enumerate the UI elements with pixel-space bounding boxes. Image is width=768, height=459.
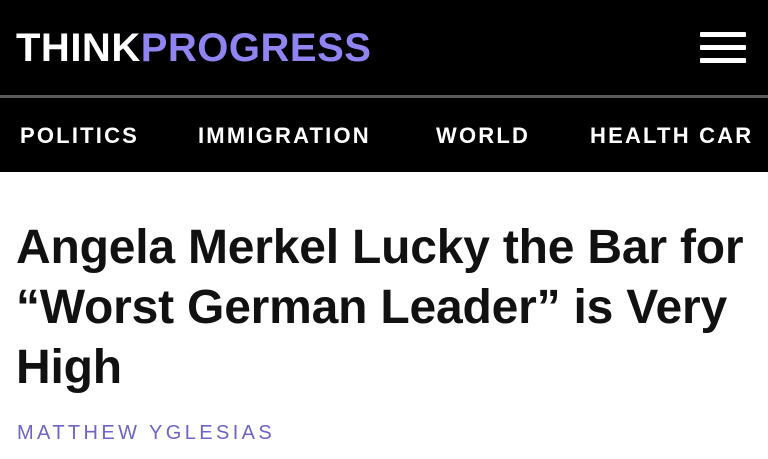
page: THINKPROGRESS POLITICS IMMIGRATION WORLD… (0, 0, 768, 459)
author-byline[interactable]: MATTHEW YGLESIAS (17, 420, 275, 446)
section-nav: POLITICS IMMIGRATION WORLD HEALTH CAR (0, 98, 768, 172)
nav-item-politics[interactable]: POLITICS (20, 122, 139, 150)
hamburger-menu-icon[interactable] (700, 28, 746, 68)
nav-item-health-care[interactable]: HEALTH CAR (590, 122, 753, 150)
nav-item-immigration[interactable]: IMMIGRATION (198, 122, 371, 150)
nav-item-world[interactable]: WORLD (436, 122, 530, 150)
menu-line-top (700, 32, 746, 37)
logo-progress-text: PROGRESS (140, 26, 372, 70)
logo-think-text: THINK (16, 26, 141, 70)
site-header: THINKPROGRESS (0, 0, 768, 96)
menu-line-bottom (700, 58, 746, 63)
site-logo[interactable]: THINKPROGRESS (16, 24, 371, 72)
menu-line-middle (700, 45, 746, 50)
article-headline: Angela Merkel Lucky the Bar for “Worst G… (16, 221, 744, 394)
